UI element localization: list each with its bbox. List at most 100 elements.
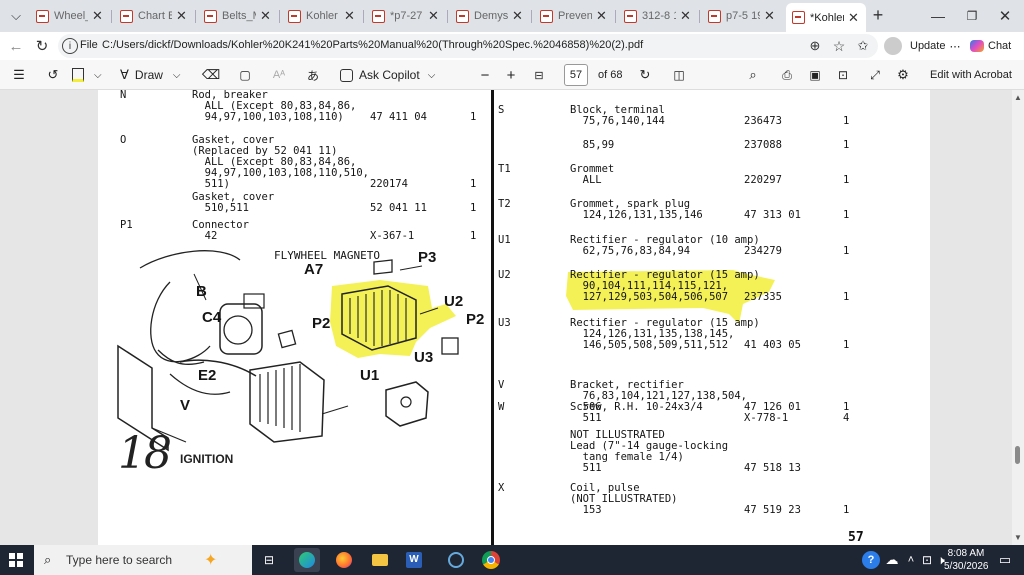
word-taskbar-icon[interactable]: W [404, 550, 424, 570]
part-quantity: 1 [843, 291, 850, 303]
close-tab-icon[interactable]: ✕ [680, 8, 691, 24]
contents-list-icon[interactable]: ☰ [10, 60, 28, 90]
zoom-out-icon[interactable]: − [476, 60, 494, 90]
info-icon: i [62, 38, 78, 54]
tab-3[interactable]: Belts_Mov ✕ [198, 4, 278, 28]
zoom-in-icon[interactable]: + [502, 60, 520, 90]
tab-9[interactable]: p7-5 1988 ✕ [702, 4, 782, 28]
chat-button[interactable]: Chat [970, 37, 1011, 55]
edge-taskbar-icon[interactable] [294, 548, 320, 572]
tab-8[interactable]: 312-8 198 ✕ [618, 4, 698, 28]
translate-icon[interactable]: あ [302, 60, 324, 90]
part-quantity: 4 [843, 412, 850, 424]
tab-5[interactable]: *p7-27 19 ✕ [366, 4, 446, 28]
weather-icon[interactable]: ☁ [884, 551, 900, 569]
scroll-up-icon[interactable]: ▲ [1012, 92, 1024, 102]
tab-4[interactable]: Kohler 4- ✕ [282, 4, 362, 28]
new-tab-plus-icon[interactable]: + [868, 5, 888, 25]
close-tab-icon[interactable]: ✕ [428, 8, 439, 24]
read-aloud-icon[interactable]: Aᴬ [270, 60, 288, 90]
pdf-file-icon [204, 9, 217, 23]
url-text: C:/Users/dickf/Downloads/Kohler%20K241%2… [102, 39, 644, 51]
part-quantity: 1 [843, 115, 850, 127]
close-tab-icon[interactable]: ✕ [344, 8, 355, 24]
close-tab-icon[interactable]: ✕ [260, 8, 271, 24]
print-icon[interactable]: ⎙ [778, 60, 796, 90]
part-number: 236473 [744, 115, 782, 127]
highlighter-icon [72, 68, 84, 82]
save-as-icon[interactable]: ⊡ [834, 60, 852, 90]
eraser-icon[interactable]: ⌫ [202, 60, 220, 90]
tab-7[interactable]: Preventat ✕ [534, 4, 614, 28]
network-icon[interactable]: ⊡ [920, 551, 934, 569]
text-box-icon[interactable]: ▢ [236, 60, 254, 90]
ask-copilot-label: Ask Copilot [359, 68, 420, 82]
rotate-page-icon[interactable]: ↻ [636, 60, 654, 90]
close-tab-icon[interactable]: ✕ [512, 8, 523, 24]
help-icon[interactable]: ? [862, 551, 880, 569]
taskbar: ⌕ Type here to search ✦ ⊟ W ? ☁ ˄ ⊡ 🕨 8:… [0, 545, 1024, 575]
notifications-icon[interactable]: ▭ [996, 551, 1014, 569]
profile-avatar[interactable] [884, 37, 902, 55]
part-key: S [498, 104, 505, 116]
part-key: O [120, 134, 127, 146]
tab-separator [195, 10, 196, 23]
chrome-taskbar-icon[interactable] [480, 549, 502, 571]
taskbar-search-box[interactable]: ⌕ Type here to search ✦ [34, 545, 252, 575]
rotate-icon[interactable]: ↺ [44, 60, 62, 90]
favorite-star-icon[interactable]: ☆ [830, 37, 848, 55]
close-tab-icon[interactable]: ✕ [176, 8, 187, 24]
file-explorer-taskbar-icon[interactable] [370, 550, 390, 570]
highlight-tool[interactable]: ⌵ [66, 60, 110, 90]
fit-page-icon[interactable]: ⊟ [530, 60, 548, 90]
pdf-file-icon [624, 9, 637, 23]
restore-icon[interactable]: ❐ [962, 6, 982, 26]
scroll-down-icon[interactable]: ▼ [1012, 532, 1024, 542]
task-view-icon[interactable]: ⊟ [260, 551, 278, 569]
close-tab-icon[interactable]: ✕ [92, 8, 103, 24]
start-windows-icon[interactable] [8, 552, 24, 568]
minimize-icon[interactable]: — [928, 6, 948, 26]
clock[interactable]: 8:08 AM 5/30/2026 [944, 547, 989, 573]
settings-gear-icon[interactable]: ⚙ [894, 60, 912, 90]
back-arrow-icon[interactable]: ← [6, 36, 26, 56]
tab-actions-chevron-icon[interactable]: ⌵ [6, 6, 26, 26]
part-description: Grommet ALL [570, 163, 615, 186]
callout-c4: C4 [202, 309, 222, 326]
u1-part [249, 361, 325, 443]
draw-tool[interactable]: ∀ Draw ⌵ [120, 60, 181, 90]
page-number: 57 [848, 530, 864, 545]
favorites-list-icon[interactable]: ✩ [854, 37, 872, 55]
part-number: 47 313 01 [744, 209, 801, 221]
tab-separator [615, 10, 616, 23]
save-icon[interactable]: ▣ [806, 60, 824, 90]
tab-10[interactable]: *Kohler K ✕ [786, 3, 866, 32]
part-number: 41 403 05 [744, 339, 801, 351]
close-tab-icon[interactable]: ✕ [596, 8, 607, 24]
search-icon: ⌕ [44, 552, 52, 567]
zoom-icon[interactable]: ⊕ [806, 37, 824, 55]
browser-taskbar-icon[interactable] [446, 550, 466, 570]
tab-2[interactable]: Chart Belt ✕ [114, 4, 194, 28]
firefox-taskbar-icon[interactable] [334, 550, 354, 570]
vertical-scrollbar[interactable]: ▲ ▼ [1012, 90, 1024, 545]
close-tab-icon[interactable]: ✕ [848, 10, 859, 26]
show-hidden-icons-icon[interactable]: ˄ [904, 551, 918, 569]
close-tab-icon[interactable]: ✕ [764, 8, 775, 24]
tab-1[interactable]: Wheel_Ho ✕ [30, 4, 110, 28]
tab-title: 312-8 198 [642, 10, 676, 22]
scroll-thumb[interactable] [1015, 446, 1020, 464]
fullscreen-icon[interactable]: ⤢ [866, 60, 884, 90]
part-key: T2 [498, 198, 511, 210]
refresh-icon[interactable]: ↻ [32, 36, 52, 56]
update-button[interactable]: Update ⋯ [910, 37, 960, 55]
search-icon[interactable]: ⌕ [744, 60, 762, 90]
part-quantity: 1 [470, 202, 477, 214]
url-field[interactable]: i File C:/Users/dickf/Downloads/Kohler%2… [58, 34, 878, 58]
page-number-input[interactable]: 57 [564, 64, 588, 86]
close-window-icon[interactable]: ✕ [995, 6, 1015, 26]
ask-copilot-button[interactable]: Ask Copilot ⌵ [340, 60, 435, 90]
tab-6[interactable]: Demyst 1 ✕ [450, 4, 530, 28]
edit-with-acrobat-button[interactable]: Edit with Acrobat [930, 60, 1012, 90]
page-view-icon[interactable]: ◫ [670, 60, 688, 90]
